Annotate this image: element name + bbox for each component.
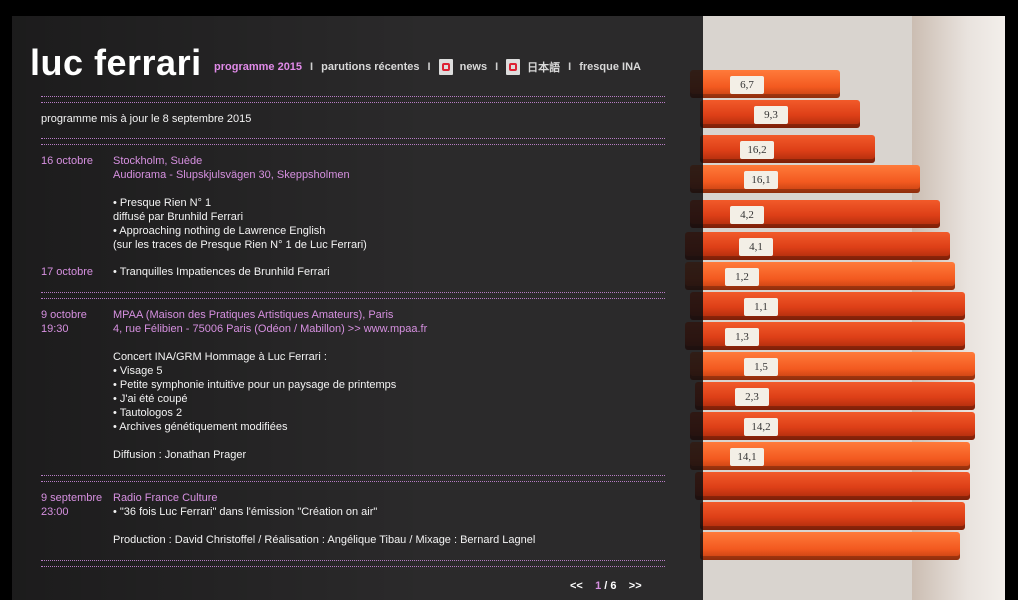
tape-box bbox=[690, 352, 975, 380]
tape-label: 1,3 bbox=[725, 328, 759, 346]
event-entry: 17 octobre • Tranquilles Impatiences de … bbox=[41, 262, 665, 292]
programme-content: programme mis à jour le 8 septembre 2015… bbox=[41, 96, 665, 567]
main-nav: programme 2015 I parutions récentes I ne… bbox=[214, 58, 641, 76]
event-date: 9 octobre bbox=[41, 309, 87, 321]
dotted-divider bbox=[41, 96, 665, 103]
event-line: • Tranquilles Impatiences de Brunhild Fe… bbox=[113, 266, 330, 278]
event-entry: 16 octobre Stockholm, Suède Audiorama - … bbox=[41, 145, 665, 262]
tape-label: 14,2 bbox=[744, 418, 778, 436]
pdf-icon bbox=[438, 59, 453, 75]
tape-label: 1,5 bbox=[744, 358, 778, 376]
tape-box bbox=[700, 502, 965, 530]
event-line: • Visage 5 bbox=[113, 365, 163, 377]
tape-label: 1,1 bbox=[744, 298, 778, 316]
nav-separator: I bbox=[310, 61, 314, 73]
event-time: 19:30 bbox=[41, 323, 69, 335]
event-entry: 9 septembre 23:00 Radio France Culture •… bbox=[41, 482, 665, 560]
event-line: • Tautologos 2 bbox=[113, 407, 183, 419]
event-line: • J'ai été coupé bbox=[113, 393, 188, 405]
nav-separator: I bbox=[427, 61, 431, 73]
tape-box bbox=[700, 532, 960, 560]
event-line: • "36 fois Luc Ferrari" dans l'émission … bbox=[113, 506, 378, 518]
event-line: diffusé par Brunhild Ferrari bbox=[113, 211, 244, 223]
tape-box bbox=[685, 232, 950, 260]
pager-prev-button[interactable]: << bbox=[570, 580, 583, 592]
tape-box bbox=[695, 472, 970, 500]
tape-box bbox=[690, 412, 975, 440]
event-date: 17 octobre bbox=[41, 266, 93, 278]
tape-box bbox=[690, 292, 965, 320]
event-line: • Approaching nothing de Lawrence Englis… bbox=[113, 225, 326, 237]
tape-box bbox=[700, 135, 875, 163]
pager-slash: / bbox=[604, 580, 608, 592]
nav-news[interactable]: news bbox=[460, 61, 488, 73]
nav-separator: I bbox=[568, 61, 572, 73]
dotted-divider bbox=[41, 560, 665, 567]
pager-total-pages: 6 bbox=[610, 580, 617, 592]
event-venue: MPAA (Maison des Pratiques Artistiques A… bbox=[113, 309, 394, 321]
event-date: 16 octobre bbox=[41, 155, 93, 167]
pdf-icon bbox=[506, 59, 521, 75]
nav-parutions[interactable]: parutions récentes bbox=[321, 61, 419, 73]
event-address-link[interactable]: 4, rue Félibien - 75006 Paris (Odéon / M… bbox=[113, 322, 665, 336]
tape-label: 16,2 bbox=[740, 141, 774, 159]
event-line: (sur les traces de Presque Rien N° 1 de … bbox=[113, 239, 367, 251]
update-notice: programme mis à jour le 8 septembre 2015 bbox=[41, 113, 252, 125]
pager-next-button[interactable]: >> bbox=[629, 580, 642, 592]
pagination: << 1 / 6 >> bbox=[570, 580, 642, 592]
site-logo[interactable]: luc ferrari bbox=[30, 42, 202, 84]
tape-box bbox=[690, 200, 940, 228]
tape-box bbox=[690, 165, 920, 193]
event-venue: Radio France Culture bbox=[113, 492, 218, 504]
tape-label: 4,1 bbox=[739, 238, 773, 256]
event-line: • Petite symphonie intuitive pour un pay… bbox=[113, 379, 397, 391]
nav-separator: I bbox=[495, 61, 499, 73]
nav-japanese[interactable]: 日本語 bbox=[527, 59, 560, 75]
event-line: • Archives génétiquement modifiées bbox=[113, 421, 288, 433]
tape-label: 16,1 bbox=[744, 171, 778, 189]
dotted-divider bbox=[41, 138, 665, 145]
tape-box bbox=[690, 70, 840, 98]
event-production: Production : David Christoffel / Réalisa… bbox=[113, 534, 536, 546]
nav-fresque-ina[interactable]: fresque INA bbox=[579, 61, 641, 73]
event-venue: Stockholm, Suède bbox=[113, 155, 203, 167]
event-line: • Presque Rien N° 1 bbox=[113, 197, 212, 209]
dotted-divider bbox=[41, 292, 665, 299]
pager-current-page: 1 bbox=[595, 580, 602, 592]
tape-label: 1,2 bbox=[725, 268, 759, 286]
event-address: Audiorama - Slupskjulsvägen 30, Skeppsho… bbox=[113, 169, 350, 181]
nav-programme[interactable]: programme 2015 bbox=[214, 61, 302, 73]
tape-label: 6,7 bbox=[730, 76, 764, 94]
tape-label: 4,2 bbox=[730, 206, 764, 224]
event-date: 9 septembre bbox=[41, 492, 103, 504]
tape-label: 9,3 bbox=[754, 106, 788, 124]
tape-label: 2,3 bbox=[735, 388, 769, 406]
event-entry: 9 octobre 19:30 MPAA (Maison des Pratiqu… bbox=[41, 299, 665, 475]
event-diffusion: Diffusion : Jonathan Prager bbox=[113, 449, 247, 461]
tape-label: 14,1 bbox=[730, 448, 764, 466]
event-line: Concert INA/GRM Hommage à Luc Ferrari : bbox=[113, 351, 327, 363]
dotted-divider bbox=[41, 475, 665, 482]
event-time: 23:00 bbox=[41, 506, 69, 518]
